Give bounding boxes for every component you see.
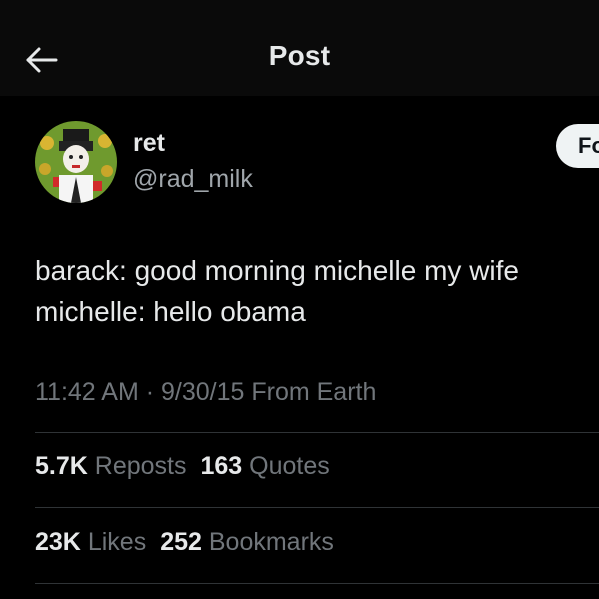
follow-button[interactable]: Fo — [556, 124, 599, 168]
post-text: barack: good morning michelle my wife mi… — [35, 250, 595, 332]
bookmarks-label: Bookmarks — [208, 528, 334, 556]
author-display-name[interactable]: ret — [133, 129, 165, 158]
quotes-stat[interactable]: 163 Quotes — [200, 452, 329, 481]
quotes-label: Quotes — [249, 452, 330, 480]
avatar[interactable] — [35, 121, 117, 203]
post-text-line: barack: good morning michelle my wife — [35, 255, 519, 286]
bookmarks-count: 252 — [160, 528, 202, 556]
post-timestamp: 11:42 AM · 9/30/15 From Earth — [35, 378, 377, 406]
reposts-label: Reposts — [94, 452, 187, 480]
reposts-stat[interactable]: 5.7K Reposts — [35, 452, 186, 481]
stats-row-shares: 5.7K Reposts 163 Quotes — [35, 452, 344, 481]
author-handle[interactable]: @rad_milk — [133, 165, 253, 194]
divider — [35, 507, 599, 508]
post-text-line: michelle: hello obama — [35, 296, 306, 327]
likes-count: 23K — [35, 528, 81, 556]
reposts-count: 5.7K — [35, 452, 88, 480]
bookmarks-stat[interactable]: 252 Bookmarks — [160, 528, 334, 557]
quotes-count: 163 — [200, 452, 243, 480]
avatar-image — [35, 121, 117, 203]
top-bar: Post — [0, 0, 599, 96]
divider — [35, 432, 599, 433]
likes-stat[interactable]: 23K Likes — [35, 528, 146, 557]
stats-row-engagement: 23K Likes 252 Bookmarks — [35, 528, 348, 557]
post-page: Post ret @rad_milk Fo barack: good morni… — [0, 0, 599, 599]
page-title: Post — [268, 40, 331, 71]
divider — [35, 583, 599, 584]
likes-label: Likes — [87, 528, 147, 556]
